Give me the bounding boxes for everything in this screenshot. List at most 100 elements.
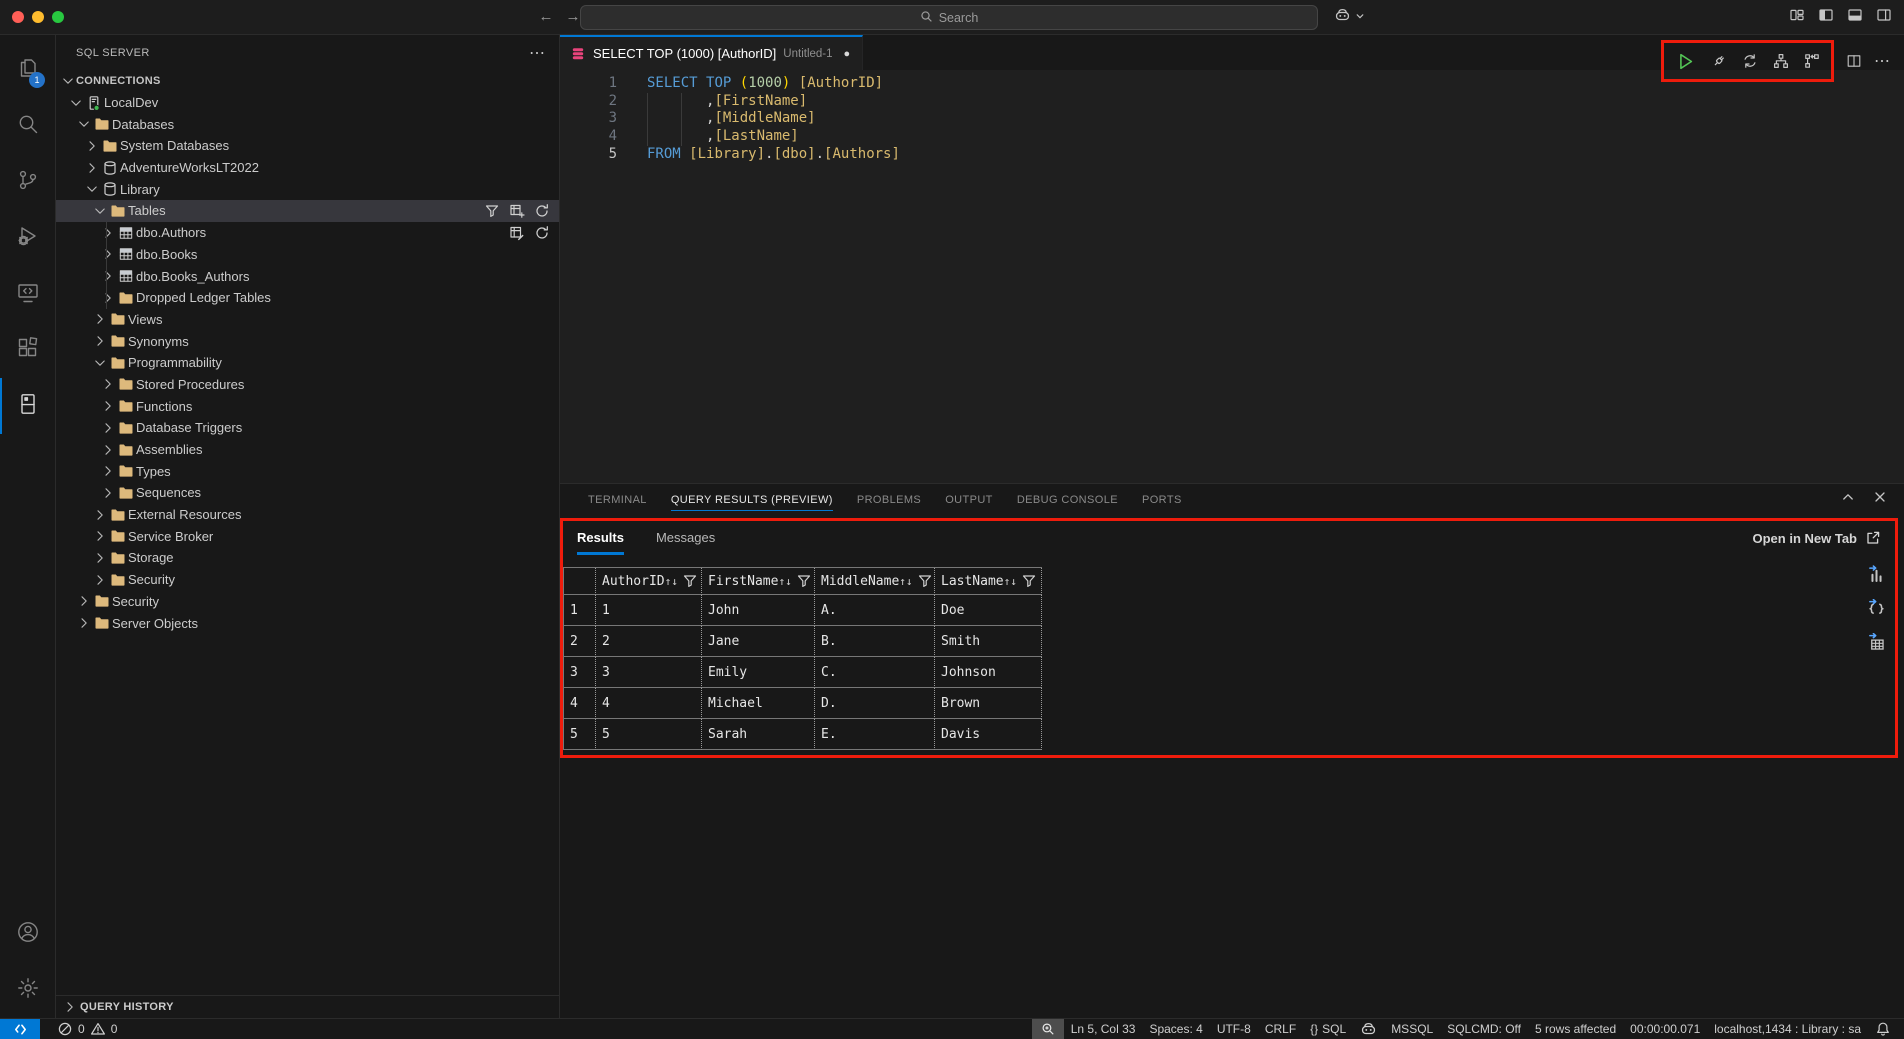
chevron-right-icon[interactable]	[100, 268, 116, 284]
grid-cell[interactable]: Smith	[935, 626, 1042, 657]
chevron-down-icon[interactable]	[92, 203, 108, 219]
save-as-excel-icon[interactable]	[1867, 565, 1886, 584]
code-editor[interactable]: 1SELECT TOP (1000) [AuthorID]2 ,[FirstNa…	[560, 70, 1904, 483]
tree-item-connections[interactable]: CONNECTIONS	[56, 70, 559, 92]
panel-tab-terminal[interactable]: TERMINAL	[588, 488, 647, 511]
chevron-right-icon[interactable]	[100, 485, 116, 501]
tree-item-sequences[interactable]: Sequences	[56, 482, 559, 504]
sort-icon[interactable]: ↑↓	[899, 575, 912, 588]
actual-plan-icon[interactable]	[1804, 53, 1820, 69]
grid-cell[interactable]: 2	[596, 626, 702, 657]
tab-modified-dot[interactable]: ●	[844, 48, 851, 60]
chevron-down-icon[interactable]	[60, 73, 76, 89]
chevron-down-icon[interactable]	[84, 181, 100, 197]
toggle-panel-icon[interactable]	[1847, 7, 1863, 23]
grid-cell[interactable]: B.	[815, 626, 935, 657]
grid-header-firstname[interactable]: FirstName↑↓	[702, 568, 815, 595]
tree-item-tables[interactable]: Tables	[56, 200, 559, 222]
toggle-secondary-sidebar-icon[interactable]	[1876, 7, 1892, 23]
search-view-icon[interactable]	[0, 98, 55, 154]
tree-item-security[interactable]: Security	[56, 569, 559, 591]
grid-header-middlename[interactable]: MiddleName↑↓	[815, 568, 935, 595]
tree-item-localdev[interactable]: LocalDev	[56, 92, 559, 114]
estimated-plan-icon[interactable]	[1773, 53, 1789, 69]
grid-cell[interactable]: E.	[815, 719, 935, 750]
filter-icon[interactable]	[682, 573, 698, 589]
chevron-right-icon[interactable]	[76, 615, 92, 631]
maximize-panel-icon[interactable]	[1840, 489, 1856, 505]
grid-cell[interactable]: Michael	[702, 688, 815, 719]
panel-tab-query-results-preview[interactable]: QUERY RESULTS (PREVIEW)	[671, 488, 833, 511]
tree-item-assemblies[interactable]: Assemblies	[56, 439, 559, 461]
tree-item-system-databases[interactable]: System Databases	[56, 135, 559, 157]
grid-cell[interactable]: 5	[596, 719, 702, 750]
split-editor-icon[interactable]	[1846, 53, 1862, 69]
run-query-icon[interactable]	[1675, 51, 1696, 72]
change-connection-icon[interactable]	[1742, 53, 1758, 69]
remote-explorer-icon[interactable]	[0, 266, 55, 322]
panel-tab-debug-console[interactable]: DEBUG CONSOLE	[1017, 488, 1118, 511]
grid-cell[interactable]: D.	[815, 688, 935, 719]
chevron-right-icon[interactable]	[84, 138, 100, 154]
grid-cell[interactable]: A.	[815, 595, 935, 626]
chevron-right-icon[interactable]	[100, 398, 116, 414]
indentation-status[interactable]: Spaces: 4	[1142, 1019, 1209, 1039]
encoding-status[interactable]: UTF-8	[1210, 1019, 1258, 1039]
results-tab-results[interactable]: Results	[577, 530, 624, 555]
edit-table-icon[interactable]	[509, 225, 525, 241]
explorer-icon[interactable]: 1	[0, 42, 55, 98]
save-as-json-icon[interactable]	[1867, 599, 1886, 618]
filter-icon[interactable]	[917, 573, 933, 589]
tree-item-dbo-books-authors[interactable]: dbo.Books_Authors	[56, 265, 559, 287]
sort-icon[interactable]: ↑↓	[665, 575, 678, 588]
grid-cell[interactable]: John	[702, 595, 815, 626]
chevron-down-icon[interactable]	[92, 355, 108, 371]
sidebar-more-actions-icon[interactable]: ⋯	[529, 43, 545, 63]
grid-cell[interactable]: Emily	[702, 657, 815, 688]
tree-item-library[interactable]: Library	[56, 178, 559, 200]
tree-item-adventureworkslt2022[interactable]: AdventureWorksLT2022	[56, 157, 559, 179]
panel-tab-problems[interactable]: PROBLEMS	[857, 488, 921, 511]
chevron-right-icon[interactable]	[92, 333, 108, 349]
sort-icon[interactable]: ↑↓	[1004, 575, 1017, 588]
chevron-right-icon[interactable]	[92, 507, 108, 523]
chevron-right-icon[interactable]	[76, 593, 92, 609]
row-number-cell[interactable]: 5	[564, 719, 596, 750]
grid-corner-cell[interactable]	[564, 568, 596, 595]
mssql-status[interactable]: MSSQL	[1384, 1019, 1440, 1039]
cursor-position-status[interactable]: Ln 5, Col 33	[1064, 1019, 1143, 1039]
open-in-new-tab-button[interactable]: Open in New Tab	[1753, 530, 1882, 546]
command-center-search[interactable]: Search	[580, 5, 1318, 30]
tree-item-types[interactable]: Types	[56, 460, 559, 482]
grid-cell[interactable]: Doe	[935, 595, 1042, 626]
code-line-4[interactable]: 4 ,[LastName]	[560, 128, 1904, 146]
grid-cell[interactable]: Davis	[935, 719, 1042, 750]
extensions-icon[interactable]	[0, 322, 55, 378]
tree-item-synonyms[interactable]: Synonyms	[56, 330, 559, 352]
new-table-icon[interactable]	[509, 203, 525, 219]
tree-item-storage[interactable]: Storage	[56, 547, 559, 569]
code-line-2[interactable]: 2 ,[FirstName]	[560, 93, 1904, 111]
sort-icon[interactable]: ↑↓	[778, 575, 791, 588]
code-line-5[interactable]: 5FROM [Library].[dbo].[Authors]	[560, 146, 1904, 164]
filter-icon[interactable]	[796, 573, 812, 589]
save-as-csv-icon[interactable]	[1867, 633, 1886, 652]
zoom-window-button[interactable]	[52, 11, 64, 23]
refresh-icon[interactable]	[534, 225, 550, 241]
filter-icon[interactable]	[1021, 573, 1037, 589]
grid-header-lastname[interactable]: LastName↑↓	[935, 568, 1042, 595]
toggle-primary-sidebar-icon[interactable]	[1818, 7, 1834, 23]
tree-item-programmability[interactable]: Programmability	[56, 352, 559, 374]
eol-status[interactable]: CRLF	[1258, 1019, 1303, 1039]
results-tab-messages[interactable]: Messages	[656, 530, 715, 555]
tree-item-service-broker[interactable]: Service Broker	[56, 525, 559, 547]
chevron-right-icon[interactable]	[100, 290, 116, 306]
customize-layout-icon[interactable]	[1789, 7, 1805, 23]
tree-item-database-triggers[interactable]: Database Triggers	[56, 417, 559, 439]
code-line-3[interactable]: 3 ,[MiddleName]	[560, 110, 1904, 128]
tree-item-dbo-books[interactable]: dbo.Books	[56, 244, 559, 266]
chevron-right-icon[interactable]	[92, 528, 108, 544]
close-panel-icon[interactable]	[1872, 489, 1888, 505]
refresh-icon[interactable]	[534, 203, 550, 219]
chevron-right-icon[interactable]	[100, 376, 116, 392]
